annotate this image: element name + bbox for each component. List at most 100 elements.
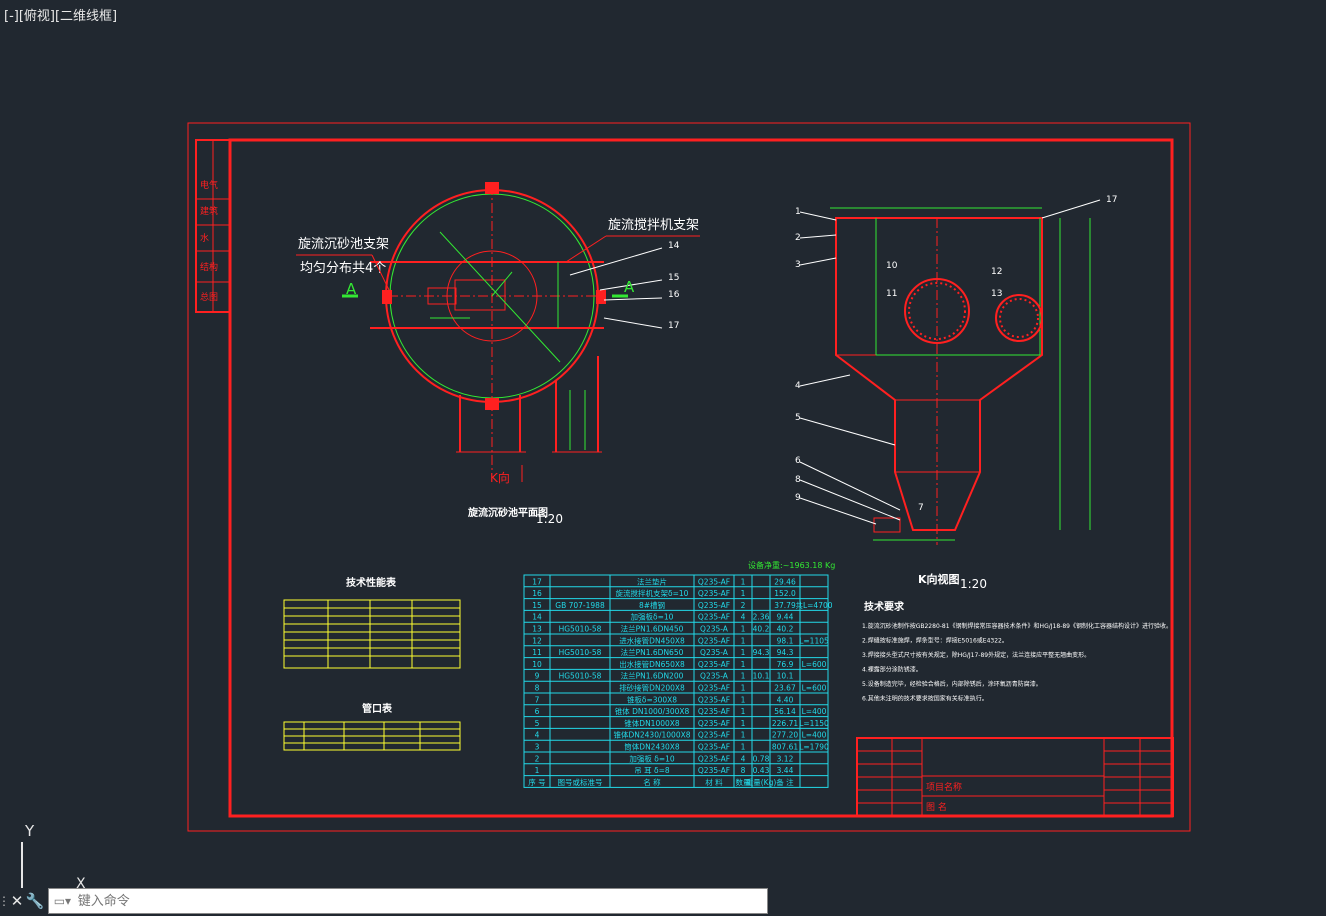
bom-cell: 29.46 [774, 577, 796, 586]
bom-cell: Q235-AF [698, 719, 730, 728]
tech-perf-title: 技术性能表 [346, 576, 397, 589]
bom-cell: 7 [535, 695, 540, 704]
bom-cell: 1 [741, 648, 746, 657]
bom-cell: 3.44 [777, 766, 794, 775]
bom-cell: Q235-AF [698, 766, 730, 775]
bom-cell: Q235-AF [698, 660, 730, 669]
label-k-direction: K向 [490, 470, 510, 485]
bom-header-cell: 序 号 [528, 777, 545, 787]
svg-text:1: 1 [795, 207, 801, 217]
drawing-canvas[interactable]: 电气 建筑 水 结构 总图 旋流沉砂池支架 均匀分布共4个 旋流搅拌机支架 14… [0, 0, 1326, 886]
bom-cell: L=600 [802, 684, 827, 693]
bom-cell: 3.12 [777, 754, 794, 763]
svg-text:15: 15 [668, 273, 679, 283]
side-label: 水 [200, 232, 209, 244]
bom-cell: Q235-A [700, 672, 729, 681]
tech-requirements: 技术要求 1.旋流沉砂池制作按GB2280-81《钢制焊接常压容器技术条件》和H… [862, 600, 1172, 703]
svg-text:17: 17 [668, 321, 679, 331]
bom-cell: Q235-AF [698, 589, 730, 598]
bom-header-cell: 材 料 [705, 777, 723, 787]
bom-header-cell: 名 称 [643, 777, 661, 787]
bom-cell: 8#槽钢 [639, 600, 665, 610]
bom-cell: 加强板 δ=10 [629, 753, 675, 763]
bom-cell: 锥板δ=300X8 [627, 694, 677, 704]
command-input[interactable] [75, 892, 767, 910]
bom-cell: 6 [535, 707, 540, 716]
bom-cell: 1 [741, 707, 746, 716]
bom-cell: 4 [535, 731, 540, 740]
ucs-y-axis-line [21, 842, 23, 888]
label-mixer: 旋流搅拌机支架 [608, 217, 699, 233]
svg-text:7: 7 [918, 503, 924, 513]
command-bar: ⋮ ✕ 🔧 ▭▾ [0, 888, 768, 914]
side-label: 电气 [200, 179, 218, 191]
bom-cell: 11 [532, 648, 542, 657]
bom-cell: Q235-AF [698, 695, 730, 704]
bom-cell: 56.14 [774, 707, 796, 716]
bom-cell: 76.9 [777, 660, 794, 669]
bom-cell: 4.40 [777, 695, 794, 704]
bom-cell: L=400 [802, 707, 827, 716]
bom-cell: 14 [532, 613, 542, 622]
bom-cell: 0.78 [753, 754, 770, 763]
svg-text:3: 3 [795, 260, 801, 270]
command-input-wrapper: ▭▾ [48, 888, 768, 914]
bom-header-cell: 图号或标准号 [558, 777, 603, 787]
bom-cell: 277.20 [772, 731, 798, 740]
bom-cell: Q235-AF [698, 577, 730, 586]
k-scale: 1:20 [960, 577, 987, 591]
bom-cell: 法兰PN1.6DN450 [621, 624, 684, 634]
tech-req-line: 2.焊缝按标准施焊，焊条型号：焊接E5016或E4322。 [862, 637, 1008, 645]
tech-req-line: 3.焊接接头型式尺寸按有关规定，除HG/J17-89外规定，法兰连接应平整无翘曲… [862, 651, 1090, 659]
tech-req-title: 技术要求 [864, 600, 905, 613]
close-icon[interactable]: ✕ [8, 890, 26, 912]
bom-cell: 1 [741, 636, 746, 645]
bom-cell: 4 [741, 613, 746, 622]
bom-cell: HG5010-58 [559, 625, 602, 634]
bom-cell: 1 [741, 660, 746, 669]
bom-cell: 锥体DN2430/1000X8 [614, 730, 691, 740]
svg-text:8: 8 [795, 475, 801, 485]
command-prompt-icon[interactable]: ▭▾ [49, 894, 76, 908]
bom-cell: Q235-AF [698, 731, 730, 740]
bom-cell: 8 [535, 684, 540, 693]
bom-cell: Q235-A [700, 625, 729, 634]
bom-cell: 加强板δ=10 [631, 612, 674, 622]
bom-cell: 排砂接管DN200X8 [619, 683, 685, 693]
wrench-icon[interactable]: 🔧 [26, 890, 45, 912]
side-strip-labels: 电气 建筑 水 结构 总图 [200, 179, 218, 303]
bom-cell: HG5010-58 [559, 672, 602, 681]
side-label: 总图 [200, 291, 218, 303]
tech-req-line: 1.旋流沉砂池制作按GB2280-81《钢制焊接常压容器技术条件》和HG/J18… [862, 622, 1172, 630]
bom-cell: 1 [741, 684, 746, 693]
tech-req-line: 5.设备制造完毕，经检验合格后，内部除锈后，涂环氧沥青防腐漆。 [862, 680, 1042, 688]
k-view: 123 456 8917 101112 137 K向视图 1:20 [795, 195, 1117, 591]
svg-text:14: 14 [668, 241, 680, 251]
bom-cell: 152.0 [774, 589, 796, 598]
ucs-y-axis-label: Y [25, 822, 35, 840]
bom-cell: 10 [532, 660, 542, 669]
bom-cell: 旋流搅拌机支架δ=10 [616, 588, 689, 598]
tech-req-line: 6.其他未注明的技术要求按国家有关标准执行。 [862, 695, 988, 703]
k-title: K向视图 [918, 572, 960, 586]
bom-cell: 94.3 [777, 648, 794, 657]
bom-cell: 3 [535, 743, 540, 752]
bom-cell: L=600 [802, 660, 827, 669]
bom-cell: L=1150 [799, 719, 829, 728]
bom-cell: L=1105 [799, 636, 829, 645]
title-project: 项目名称 [926, 781, 962, 793]
section-mark-right: A [624, 278, 635, 296]
bom-cell: 5 [535, 719, 540, 728]
bom-cell: 2 [535, 754, 540, 763]
bom-cell: 13 [532, 625, 542, 634]
bom-cell: 10.1 [777, 672, 794, 681]
bom-cell: 1 [741, 672, 746, 681]
bom-cell: 40.2 [777, 625, 794, 634]
bom-cell: 2 [741, 601, 746, 610]
nozzle-title: 管口表 [362, 702, 393, 715]
grip-handle-icon[interactable]: ⋮ [0, 890, 10, 912]
label-support: 旋流沉砂池支架 [298, 237, 389, 252]
bom-table: 17 法兰垫片 Q235-AF 1 29.4616 旋流搅拌机支架δ=10 Q235-AF 1… [523, 574, 833, 788]
bom-cell: L=1790 [799, 743, 829, 752]
bom-cell: 23.67 [774, 684, 796, 693]
